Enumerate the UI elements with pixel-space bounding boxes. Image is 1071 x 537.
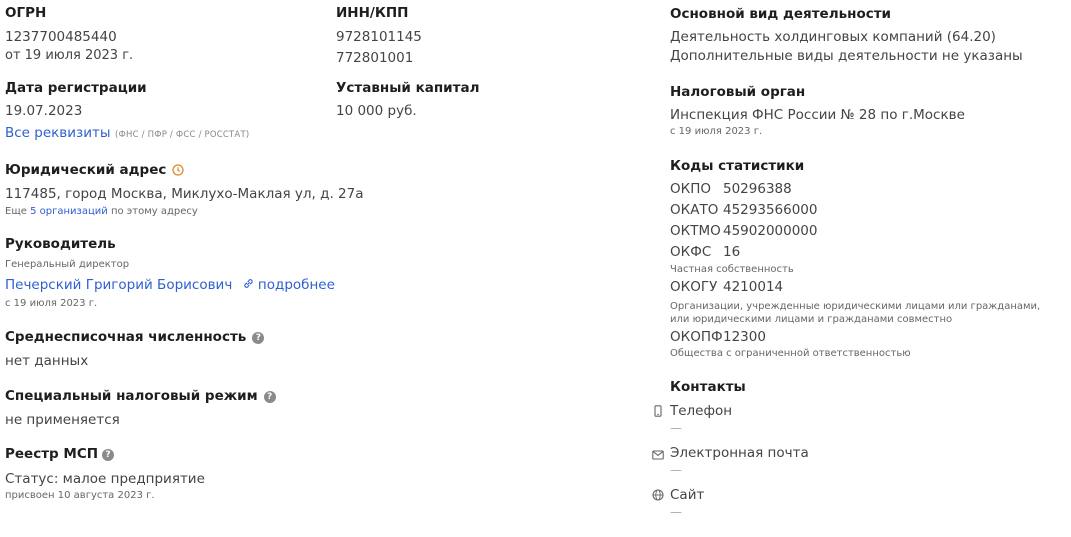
okato-value: 45293566000 xyxy=(723,202,818,218)
director-role: Генеральный директор xyxy=(5,259,130,270)
clock-icon[interactable] xyxy=(172,164,185,180)
director-name-link[interactable]: Печерский Григорий Борисович xyxy=(5,277,232,293)
okogu-value: 4210014 xyxy=(723,279,784,295)
stats-label: Коды статистики xyxy=(670,158,805,174)
question-icon[interactable]: ? xyxy=(252,332,265,344)
phone-icon xyxy=(653,405,663,421)
msp-status: Статус: малое предприятие xyxy=(5,471,205,487)
ogrn-label: ОГРН xyxy=(5,5,47,21)
email-label: Электронная почта xyxy=(670,445,809,461)
phone-label: Телефон xyxy=(670,403,733,419)
contacts-label: Контакты xyxy=(670,379,746,395)
address-value: 117485, город Москва, Миклухо-Маклая ул,… xyxy=(5,186,364,202)
phone-value: — xyxy=(670,421,682,435)
address-label-text: Юридический адрес xyxy=(5,162,167,178)
requisites-note: (ФНС / ПФР / ФСС / РОССТАТ) xyxy=(114,130,250,140)
activity-label: Основной вид деятельности xyxy=(670,6,892,22)
ogrn-value: 1237700485440 xyxy=(5,29,117,45)
director-label: Руководитель xyxy=(5,236,116,252)
email-value: — xyxy=(670,463,682,477)
tax-office-date: с 19 июля 2023 г. xyxy=(670,126,763,137)
tax-office-value: Инспекция ФНС России № 28 по г.Москве xyxy=(670,107,965,123)
tax-regime-value: не применяется xyxy=(5,412,120,428)
question-icon[interactable]: ? xyxy=(102,449,115,461)
tax-regime-label-text: Специальный налоговый режим xyxy=(5,388,258,404)
all-requisites-link[interactable]: Все реквизиты xyxy=(5,125,111,141)
director-more-link[interactable]: подробнее xyxy=(258,277,335,293)
oktmo-name: ОКТМО xyxy=(670,223,721,239)
address-orgs-link[interactable]: 5 организаций xyxy=(30,206,108,217)
capital-value: 10 000 руб. xyxy=(336,103,417,119)
okfs-desc: Частная собственность xyxy=(670,264,794,275)
site-label: Сайт xyxy=(670,487,705,503)
okfs-value: 16 xyxy=(723,244,741,260)
msp-label: Реестр МСП? xyxy=(5,446,115,462)
tax-office-label: Налоговый орган xyxy=(670,84,806,100)
all-requisites: Все реквизиты (ФНС / ПФР / ФСС / РОССТАТ… xyxy=(5,125,249,141)
globe-icon xyxy=(652,489,664,505)
okato-name: ОКАТО xyxy=(670,202,719,218)
chain-link-icon xyxy=(243,277,254,293)
ogrn-date: от 19 июля 2023 г. xyxy=(5,48,134,63)
site-value: — xyxy=(670,505,682,519)
question-icon[interactable]: ? xyxy=(263,391,276,403)
headcount-label: Среднесписочная численность? xyxy=(5,329,265,345)
capital-label: Уставный капитал xyxy=(336,80,480,96)
msp-label-text: Реестр МСП xyxy=(5,446,99,462)
tax-regime-label: Специальный налоговый режим? xyxy=(5,388,276,404)
okopf-name: ОКОПФ xyxy=(670,329,723,345)
director-date: с 19 июля 2023 г. xyxy=(5,298,98,309)
okopf-value: 12300 xyxy=(723,329,766,345)
address-more-suffix: по этому адресу xyxy=(107,206,198,217)
activity-extra: Дополнительные виды деятельности не указ… xyxy=(670,48,1023,64)
okpo-value: 50296388 xyxy=(723,181,792,197)
okopf-desc: Общества с ограниченной ответственностью xyxy=(670,348,911,359)
address-label: Юридический адрес xyxy=(5,162,185,180)
director-row: Печерский Григорий Борисович подробнее xyxy=(5,277,335,293)
registration-label: Дата регистрации xyxy=(5,80,147,96)
address-more-prefix: Еще xyxy=(5,206,31,217)
okogu-desc: Организации, учрежденные юридическими ли… xyxy=(670,301,1041,325)
okfs-name: ОКФС xyxy=(670,244,712,260)
oktmo-value: 45902000000 xyxy=(723,223,818,239)
mail-icon xyxy=(652,448,664,464)
headcount-label-text: Среднесписочная численность xyxy=(5,329,247,345)
address-more: Еще 5 организаций по этому адресу xyxy=(5,206,198,217)
inn-value: 9728101145 xyxy=(336,29,422,45)
headcount-value: нет данных xyxy=(5,353,89,369)
inn-label: ИНН/КПП xyxy=(336,5,409,21)
registration-value: 19.07.2023 xyxy=(5,103,83,119)
activity-main: Деятельность холдинговых компаний (64.20… xyxy=(670,29,996,45)
kpp-value: 772801001 xyxy=(336,50,414,66)
msp-date: присвоен 10 августа 2023 г. xyxy=(5,490,155,501)
okogu-name: ОКОГУ xyxy=(670,279,718,295)
okpo-name: ОКПО xyxy=(670,181,711,197)
